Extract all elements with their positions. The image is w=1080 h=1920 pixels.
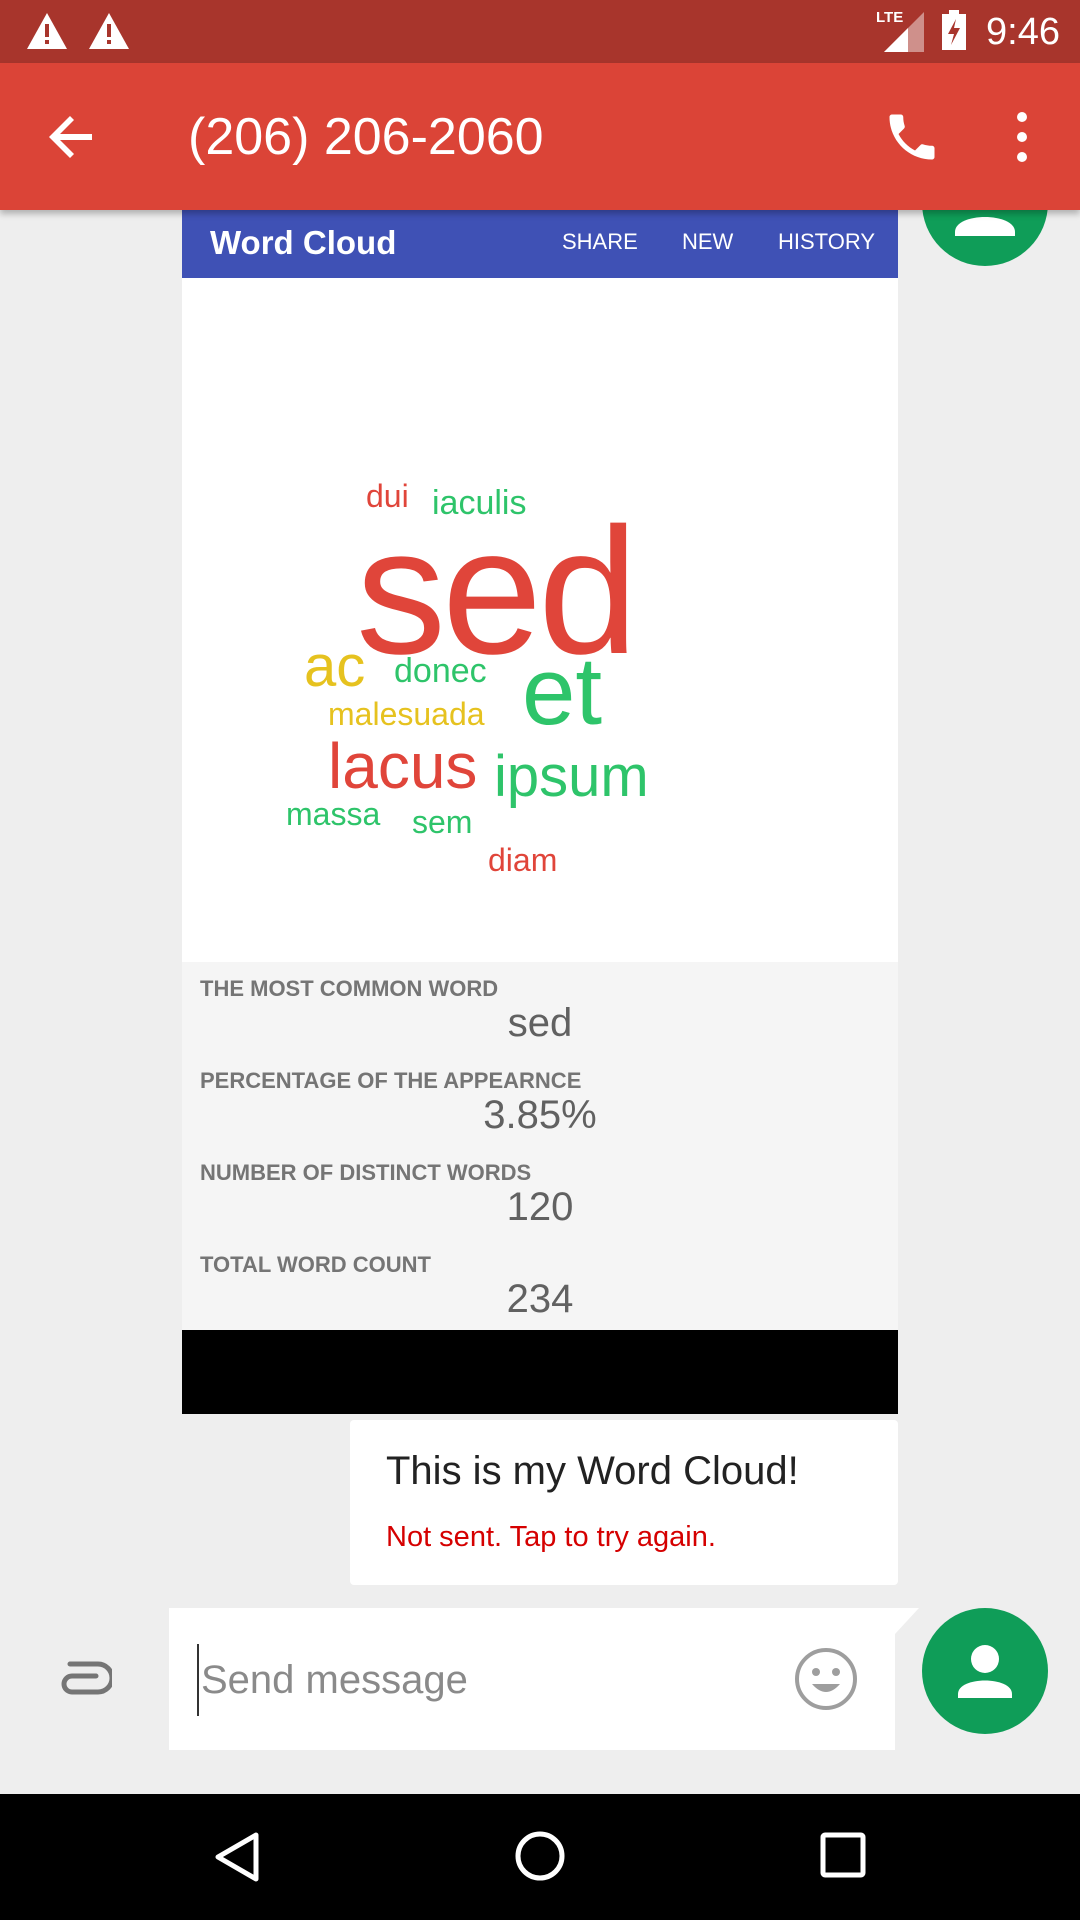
warning-icon [27,13,67,49]
stat-label: TOTAL WORD COUNT [200,1252,431,1277]
cloud-word: donec [394,652,487,690]
send-avatar-button[interactable] [922,1608,1048,1734]
stat-value: sed [507,1001,573,1045]
cloud-word: ac [304,634,366,699]
send-error-retry[interactable]: Not sent. Tap to try again. [386,1520,716,1554]
status-bar: LTE 9:46 [0,0,1080,63]
stat-label: PERCENTAGE OF THE APPEARNCE [200,1068,582,1093]
cloud-word: diam [488,842,558,878]
navigation-bar [0,1794,1080,1920]
warning-icon [89,13,129,49]
home-nav-icon[interactable] [514,1830,566,1882]
stat-value: 234 [506,1277,574,1321]
cloud-word: massa [286,796,381,832]
cloud-word: sem [412,804,473,840]
status-time: 9:46 [986,11,1060,53]
stat-value: 120 [506,1185,574,1229]
word-stats-panel: THE MOST COMMON WORD sed PERCENTAGE OF T… [182,962,898,1330]
conversation-title: (206) 206-2060 [188,108,544,166]
cloud-word: lacus [328,730,478,802]
more-vert-icon[interactable] [1006,107,1038,167]
back-arrow-icon[interactable] [44,109,100,165]
app-bar: (206) 206-2060 [0,63,1080,210]
message-text: This is my Word Cloud! [386,1449,799,1493]
word-cloud-app-bar: Word Cloud SHARE NEW HISTORY [182,210,898,278]
share-action: SHARE [562,229,638,254]
cloud-word: malesuada [328,696,485,732]
new-action: NEW [682,229,734,254]
emoji-icon[interactable] [793,1646,859,1712]
message-input[interactable] [197,1644,763,1716]
recents-nav-icon[interactable] [820,1832,866,1878]
cloud-word: et [522,638,603,745]
word-cloud-title: Word Cloud [210,224,397,261]
stat-value: 3.85% [483,1093,597,1137]
image-bottom-bar [182,1330,898,1414]
phone-icon[interactable] [882,107,942,167]
stat-label: NUMBER OF DISTINCT WORDS [200,1160,532,1185]
signal-icon [884,12,924,52]
history-action: HISTORY [778,229,875,254]
person-icon [958,1645,1012,1698]
cloud-word: ipsum [494,744,649,809]
stat-label: THE MOST COMMON WORD [200,976,499,1001]
message-bubble[interactable]: This is my Word Cloud! Not sent. Tap to … [350,1420,898,1585]
compose-box [169,1608,919,1750]
battery-charging-icon [942,10,966,50]
attach-icon[interactable] [56,1656,112,1700]
back-nav-icon[interactable] [214,1832,260,1882]
shared-image-attachment[interactable]: Word Cloud SHARE NEW HISTORY dui iaculis… [182,210,898,1414]
compose-tail [895,1608,919,1634]
word-cloud: dui iaculis sed ac donec et malesuada la… [182,278,898,962]
